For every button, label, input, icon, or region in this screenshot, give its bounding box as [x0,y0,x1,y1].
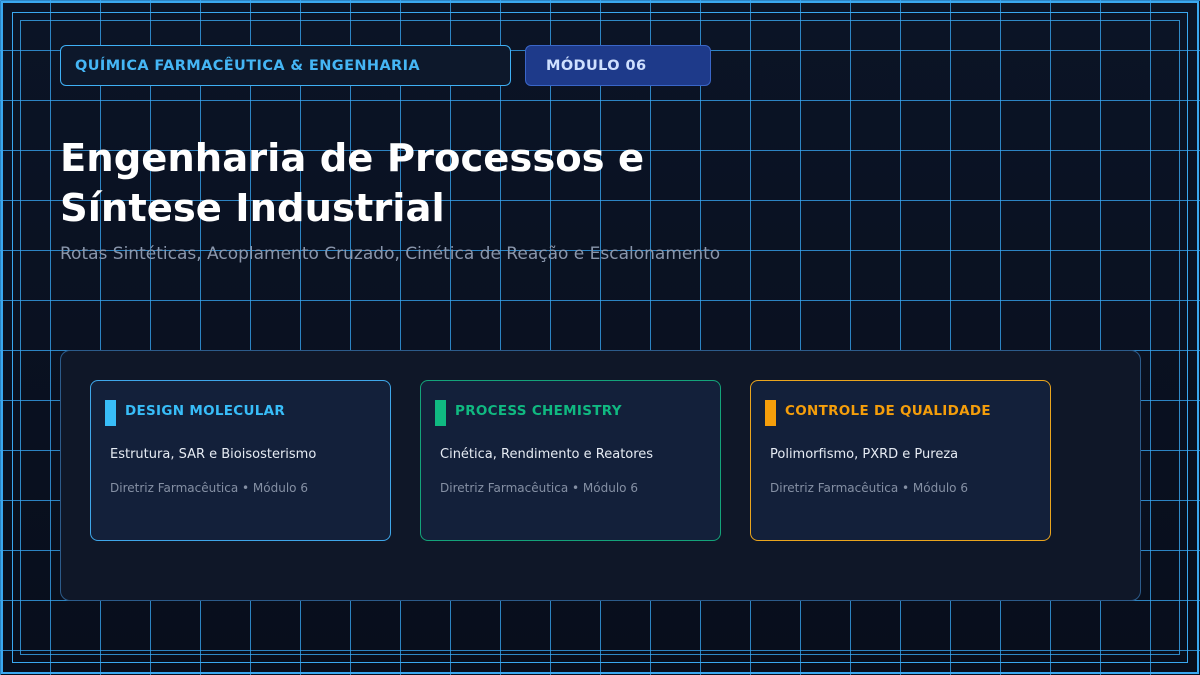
topic-card-design-molecular: DESIGN MOLECULAR Estrutura, SAR e Bioiso… [90,380,391,541]
card-heading: DESIGN MOLECULAR [125,403,286,419]
subject-tag-label: QUÍMICA FARMACÊUTICA & ENGENHARIA [75,57,421,74]
card-meta: Diretriz Farmacêutica • Módulo 6 [440,481,638,495]
card-meta: Diretriz Farmacêutica • Módulo 6 [110,481,308,495]
card-heading: CONTROLE DE QUALIDADE [785,403,991,419]
page-title-line-1: Engenharia de Processos e [60,136,645,181]
card-accent-bar [435,400,446,426]
card-accent-bar [105,400,116,426]
subject-tag: QUÍMICA FARMACÊUTICA & ENGENHARIA [60,45,511,86]
card-heading: PROCESS CHEMISTRY [455,403,622,419]
card-description: Cinética, Rendimento e Reatores [440,447,654,462]
card-description: Estrutura, SAR e Bioisosterismo [110,447,317,462]
card-meta: Diretriz Farmacêutica • Módulo 6 [770,481,968,495]
topic-card-process-chemistry: PROCESS CHEMISTRY Cinética, Rendimento e… [420,380,721,541]
topic-card-controle-de-qualidade: CONTROLE DE QUALIDADE Polimorfismo, PXRD… [750,380,1051,541]
page-subtitle: Rotas Sintéticas, Acoplamento Cruzado, C… [60,244,721,264]
module-tag-label: MÓDULO 06 [546,57,647,74]
module-tag: MÓDULO 06 [525,45,711,86]
page-title: Engenharia de Processos e Síntese Indust… [60,134,820,234]
card-accent-bar [765,400,776,426]
page-title-line-2: Síntese Industrial [60,186,445,231]
card-description: Polimorfismo, PXRD e Pureza [770,447,959,462]
